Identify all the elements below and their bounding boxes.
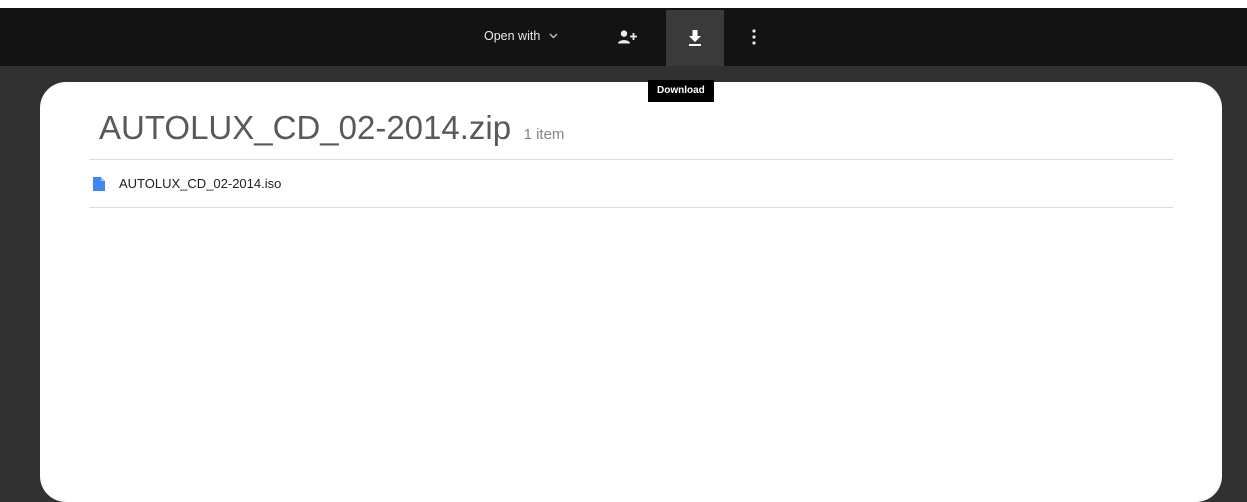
divider — [89, 207, 1173, 208]
archive-preview-card: AUTOLUX_CD_02-2014.zip 1 item AUTOLUX_CD… — [40, 82, 1222, 502]
download-icon — [688, 30, 702, 46]
download-button[interactable] — [666, 10, 724, 66]
more-options-button[interactable] — [742, 23, 766, 51]
viewer-toolbar: Open with — [0, 8, 1247, 66]
open-with-button[interactable]: Open with — [484, 24, 558, 48]
open-with-label: Open with — [484, 29, 541, 43]
window-top-strip — [0, 0, 1247, 8]
more-vert-icon — [752, 29, 756, 45]
archive-header: AUTOLUX_CD_02-2014.zip 1 item — [99, 109, 564, 147]
chevron-down-icon — [549, 33, 558, 39]
list-item[interactable]: AUTOLUX_CD_02-2014.iso — [89, 160, 1173, 207]
file-icon — [93, 176, 105, 191]
download-tooltip: Download — [648, 80, 714, 102]
archive-title: AUTOLUX_CD_02-2014.zip — [99, 109, 512, 146]
item-count: 1 item — [523, 126, 565, 143]
add-person-button[interactable] — [614, 23, 642, 51]
add-person-icon — [618, 30, 638, 44]
file-name: AUTOLUX_CD_02-2014.iso — [119, 176, 282, 191]
